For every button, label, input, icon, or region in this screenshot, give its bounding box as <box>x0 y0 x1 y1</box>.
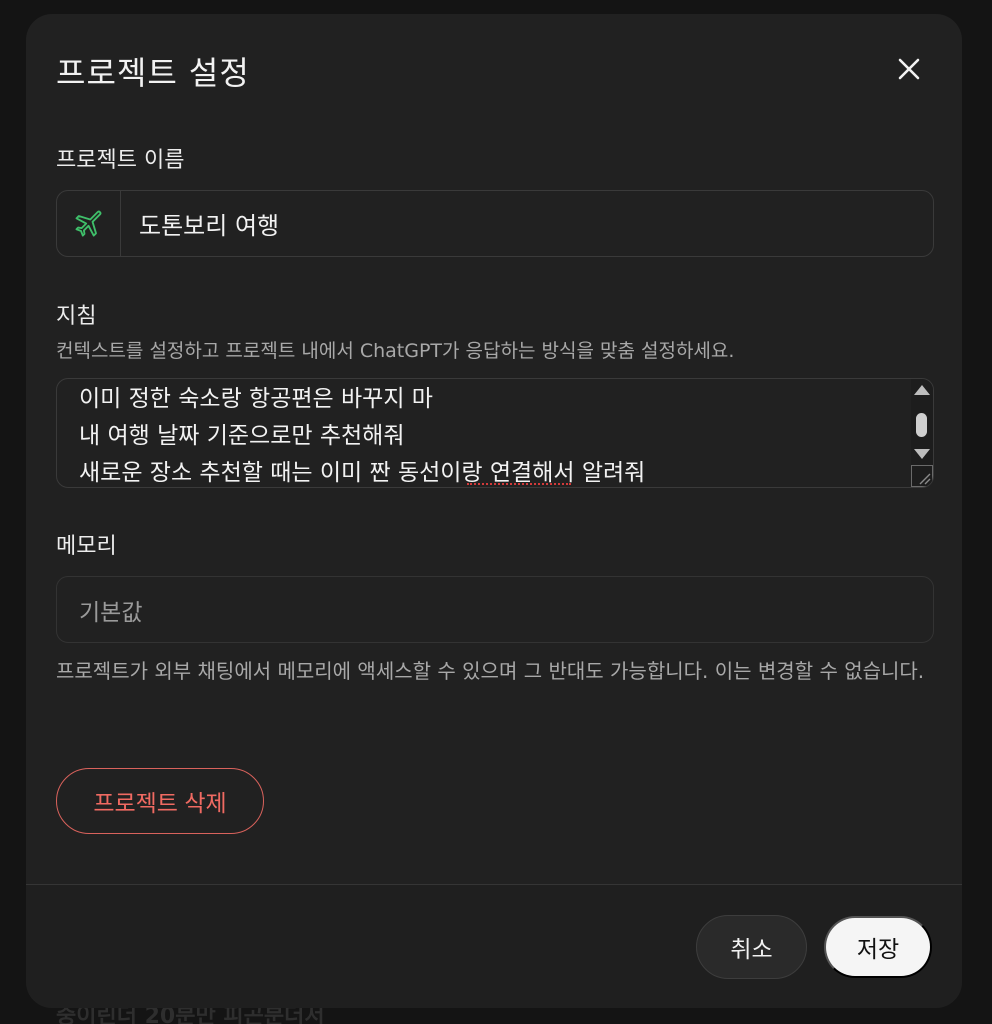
instruction-line: 이미 정한 숙소랑 항공편은 바꾸지 마 <box>79 386 433 412</box>
project-icon-picker[interactable] <box>57 191 121 256</box>
close-icon <box>898 58 920 80</box>
memory-note: 프로젝트가 외부 채팅에서 메모리에 액세스할 수 있으며 그 반대도 가능합니… <box>56 659 925 683</box>
resize-handle-icon[interactable] <box>911 465 933 487</box>
spellcheck-underline <box>467 482 571 485</box>
scrollbar-thumb[interactable] <box>916 413 927 437</box>
dialog-footer <box>26 885 962 1008</box>
project-name-value: 도톤보리 여행 <box>139 212 280 240</box>
dialog-title: 프로젝트 설정 <box>56 54 250 92</box>
scroll-down-arrow-icon[interactable] <box>914 449 930 459</box>
project-name-field[interactable]: 도톤보리 여행 <box>56 190 934 257</box>
close-button[interactable] <box>894 54 924 84</box>
instruction-line: 내 여행 날짜 기준으로만 추천해줘 <box>79 423 405 449</box>
footer-divider <box>26 884 962 885</box>
delete-project-button[interactable]: 프로젝트 삭제 <box>56 768 264 834</box>
memory-select[interactable]: 기본값 <box>56 576 934 643</box>
project-name-label: 프로젝트 이름 <box>56 148 185 173</box>
scroll-up-arrow-icon[interactable] <box>914 385 930 395</box>
project-settings-dialog: 프로젝트 설정 프로젝트 이름 도톤보리 여행 지침 컨텍스트를 설정하고 프로… <box>26 14 962 1008</box>
cancel-button[interactable]: 취소 <box>696 915 807 979</box>
save-button[interactable]: 저장 <box>824 916 932 978</box>
memory-value: 기본값 <box>79 599 143 626</box>
instructions-label: 지침 <box>56 304 97 329</box>
instructions-textarea[interactable]: 이미 정한 숙소랑 항공편은 바꾸지 마 내 여행 날짜 기준으로만 추천해줘 … <box>56 378 934 488</box>
memory-label: 메모리 <box>56 534 117 559</box>
airplane-icon <box>75 210 101 237</box>
instructions-helper: 컨텍스트를 설정하고 프로젝트 내에서 ChatGPT가 응답하는 방식을 맞춤… <box>56 340 735 362</box>
